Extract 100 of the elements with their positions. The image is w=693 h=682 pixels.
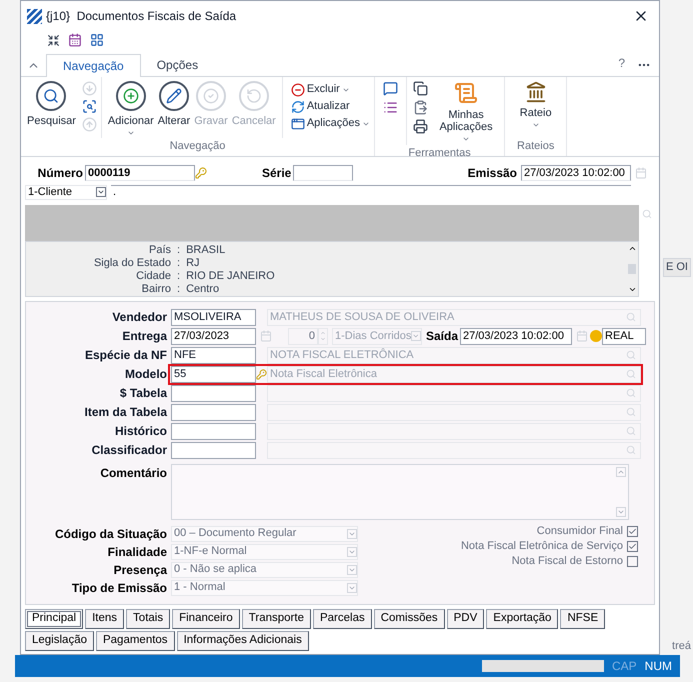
ribbon-icon [246,88,262,104]
checkbox-label: Consumidor Final [536,524,623,540]
calendar-icon [635,167,647,179]
scroll-up-icon[interactable] [628,244,636,253]
lookup-field[interactable]: MSOLIVEIRA MATHEUS DE SOUSA DE OLIVEIRA [168,306,643,328]
status-indicator: CAP [612,658,637,675]
search-icon [626,350,636,360]
printer-icon[interactable] [413,119,428,134]
field-label: Código da Situação [54,526,168,542]
date-input[interactable]: 27/03/2023 10:02:00 [460,328,572,344]
address-label: Sigla do Estado [92,257,171,270]
scroll-thumb[interactable] [628,264,636,274]
ribbon-small-button[interactable]: Excluir [290,81,370,98]
search-icon [626,312,636,322]
lookup-field[interactable] [168,402,643,422]
code-input[interactable] [171,404,256,420]
tab[interactable]: Legislação [25,631,94,651]
checkbox[interactable] [627,526,638,537]
separator: : [176,283,182,296]
client-type-select[interactable]: 1-Cliente [25,184,107,200]
paste-icon[interactable] [413,100,428,115]
tab[interactable]: PDV [446,609,484,629]
ribbon-icon [166,88,182,104]
ribbon-button[interactable]: Adicionar [106,77,156,138]
ribbon-group-label: Navegação [168,138,226,154]
field-label: Presença [112,562,168,578]
ribbon-icon [43,88,60,104]
key-icon [256,368,267,380]
field-label: Entrega [121,328,168,345]
lookup-field[interactable] [168,420,643,442]
ribbon-icon [290,82,305,96]
separator: : [176,244,182,257]
ribbon-button[interactable]: Alterar [156,77,192,138]
code-input[interactable]: NFE [171,346,256,364]
ribbon-tab[interactable]: Opções [140,53,214,76]
ribbon-tab[interactable]: Navegação [46,54,141,77]
search-icon [626,388,636,398]
ribbon-button[interactable]: Pesquisar [25,77,78,138]
ribbon-small-button[interactable]: Aplicações [290,115,370,132]
tab[interactable]: Itens [85,609,124,629]
date-input[interactable]: 27/03/2023 10:02:00 [521,165,631,181]
copy-icon[interactable] [413,81,428,96]
field-label: Espécie da NF [84,347,168,364]
comment-icon[interactable] [383,81,398,96]
currency-input[interactable]: REAL [602,328,646,344]
field-label: Comentário [99,465,168,482]
checkbox[interactable] [627,556,638,567]
description-field: NOTA FISCAL ELETRÔNICA [267,346,641,364]
checkbox[interactable] [627,541,638,552]
bank-icon [524,81,547,103]
collapse-icon[interactable] [47,34,60,46]
tab[interactable]: Financeiro [172,609,240,629]
ribbon-small-button[interactable]: Atualizar [290,98,370,115]
help-button[interactable]: ? [618,54,625,72]
grid-icon[interactable] [90,33,104,47]
address-label: País [148,244,171,257]
window-title: {j10} Documentos Fiscais de Saída [46,8,236,25]
calendar-icon[interactable] [68,33,82,47]
code-input[interactable]: 55 [171,366,256,382]
scroll-up-icon [616,467,626,477]
scroll-down-icon[interactable] [628,285,636,294]
date-input[interactable]: 27/03/2023 [171,328,256,344]
field-label: Tipo de Emissão [70,580,168,596]
tab[interactable]: Parcelas [312,609,372,629]
separator: : [176,270,182,283]
search-list-icon[interactable] [82,99,97,114]
days-input[interactable]: 0 [288,328,318,344]
ribbon-button[interactable]: Rateio [517,77,554,138]
field-label: Saída [426,328,460,345]
tab[interactable]: NFSE [560,609,606,629]
key-icon [195,167,207,179]
search-icon [642,209,652,219]
tab[interactable]: Pagamentos [96,631,175,651]
field-label: Número [36,165,84,182]
address-value: RJ [186,257,200,270]
lookup-field[interactable] [168,382,643,404]
serie-input[interactable] [293,165,354,181]
code-input[interactable]: MSOLIVEIRA [171,308,256,326]
tab[interactable]: Principal [25,609,84,629]
field-label: Classificador [90,442,168,459]
scroll-icon [454,81,478,105]
client-input[interactable]: . [111,184,631,200]
calendar-icon [260,330,272,342]
code-input[interactable] [171,442,256,458]
tab[interactable]: Exportação [486,609,558,629]
lookup-field[interactable] [168,440,643,460]
tab[interactable]: Transporte [242,609,311,629]
lookup-field[interactable]: NFE NOTA FISCAL ELETRÔNICA [168,344,643,366]
tab[interactable]: Informações Adicionais [176,631,309,651]
field-label: Vendedor [111,309,168,326]
tab[interactable]: Comissões [374,609,445,629]
lookup-field[interactable]: 55 Nota Fiscal Eletrônica [168,364,643,384]
list-icon[interactable] [383,100,398,115]
description-field: MATHEUS DE SOUSA DE OLIVEIRA [267,308,641,326]
ribbon-button[interactable]: Minhas Aplicações [436,77,496,145]
code-input[interactable] [171,384,256,402]
scroll-down-icon [616,507,626,517]
code-input[interactable] [171,422,256,440]
number-input[interactable]: 0000119 [85,165,195,181]
tab[interactable]: Totais [126,609,170,629]
